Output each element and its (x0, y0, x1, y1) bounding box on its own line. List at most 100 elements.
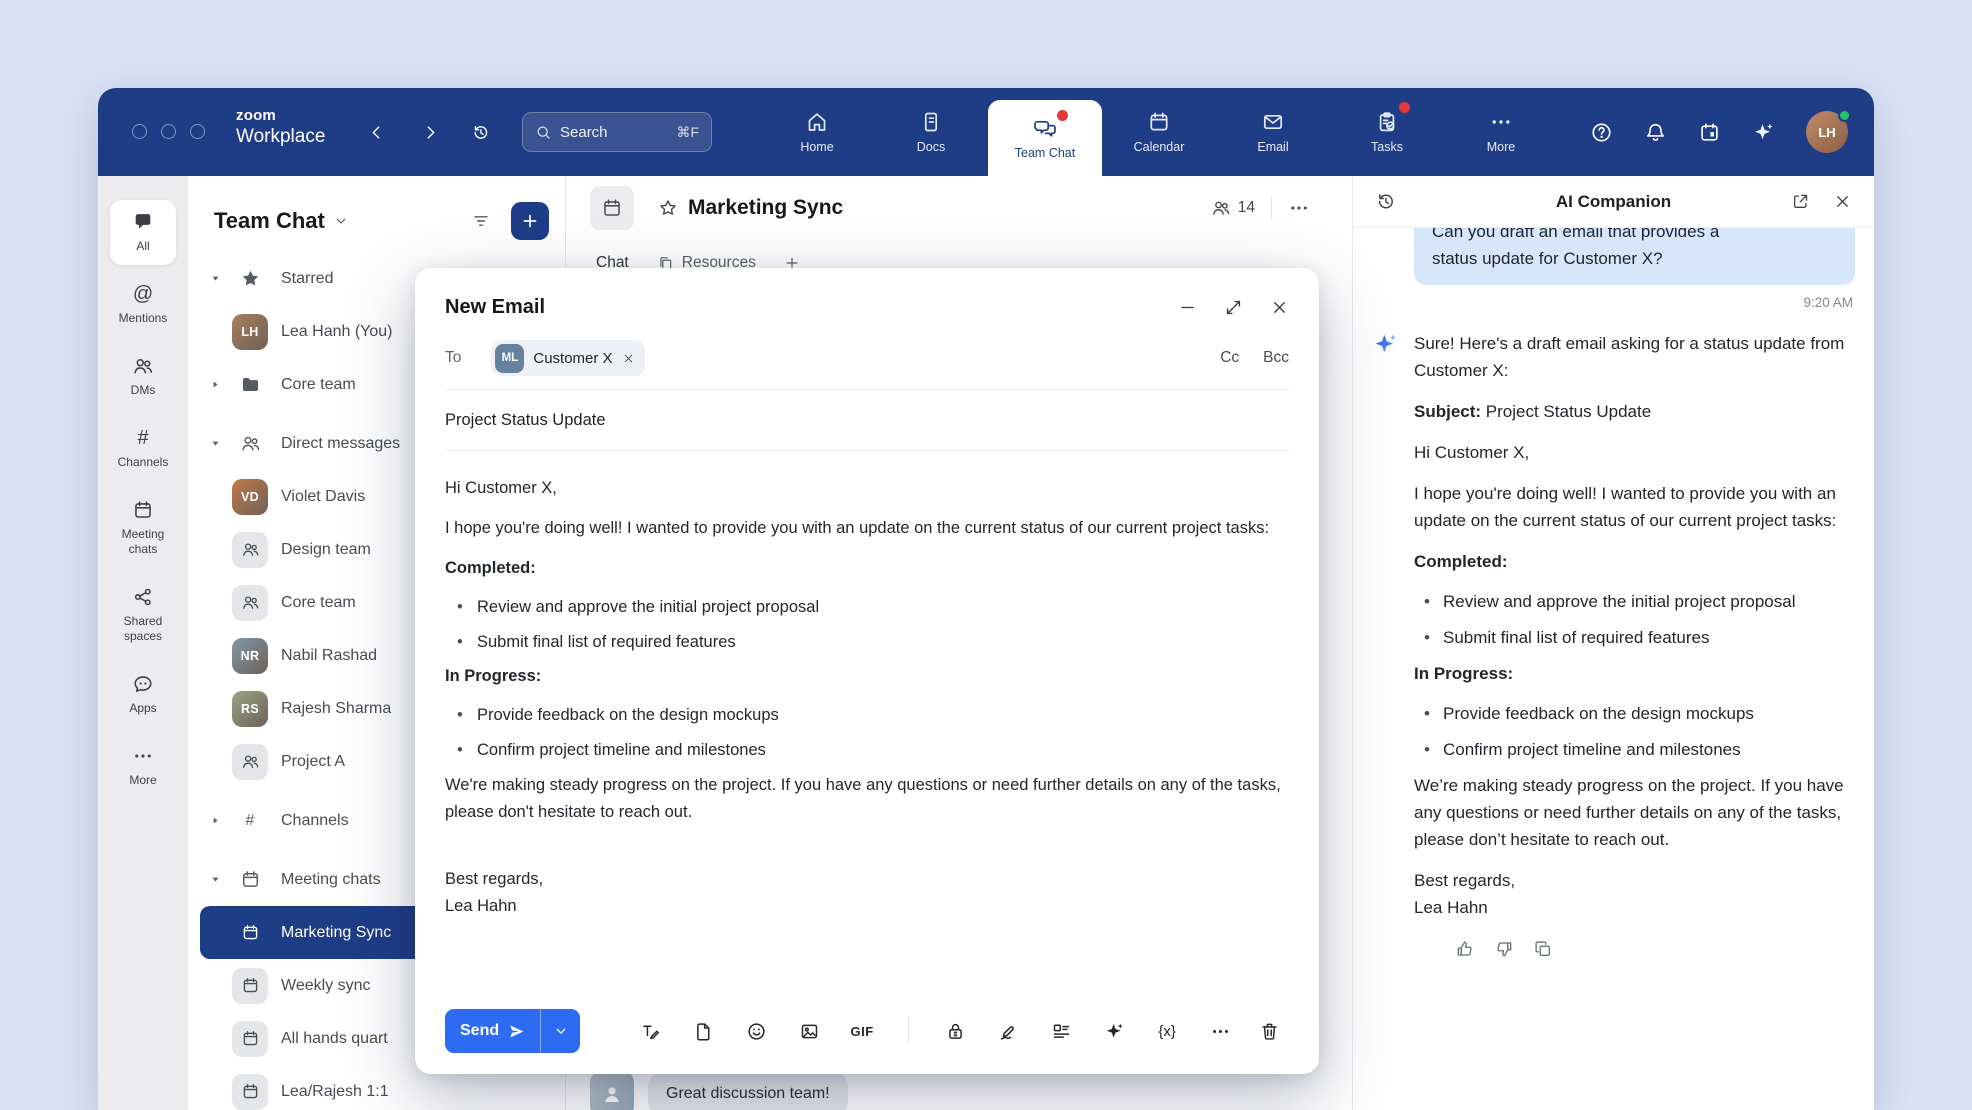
folder-icon (240, 374, 261, 395)
help-icon (1590, 121, 1613, 144)
star-channel-button[interactable] (658, 198, 678, 218)
tasks-icon (1375, 110, 1399, 134)
sidebar-item-meeting-chats[interactable]: Meeting chats (106, 488, 180, 568)
cc-button[interactable]: Cc (1220, 349, 1239, 367)
nav-tab-tasks[interactable]: Tasks (1330, 88, 1444, 176)
discard-draft-button[interactable] (1249, 1011, 1289, 1051)
nav-tab-more[interactable]: More (1444, 88, 1558, 176)
signature-pen-icon (998, 1021, 1019, 1042)
nav-tab-email[interactable]: Email (1216, 88, 1330, 176)
nav-tab-home[interactable]: Home (760, 88, 874, 176)
email-body-editor[interactable]: Hi Customer X,I hope you're doing well! … (445, 451, 1289, 920)
traffic-light-close[interactable] (132, 124, 147, 139)
nav-tab-docs[interactable]: Docs (874, 88, 988, 176)
search-input[interactable]: Search ⌘F (522, 112, 712, 152)
nav-tab-team-chat[interactable]: Team Chat (988, 100, 1102, 176)
bullet-item: •Review and approve the initial project … (457, 594, 1289, 621)
bullet-item: •Provide feedback on the design mockups (1424, 700, 1855, 727)
profile-avatar[interactable]: LH (1806, 111, 1848, 153)
ai-popout-button[interactable] (1791, 192, 1810, 211)
ai-companion-panel: AI Companion Can you draft an email that… (1352, 176, 1874, 1110)
chat-item-label: Rajesh Sharma (281, 700, 391, 718)
file-icon (693, 1021, 714, 1042)
attach-file-button[interactable] (683, 1011, 723, 1051)
chevron-right-icon (421, 123, 440, 142)
sidebar-item-more[interactable]: More (106, 734, 180, 799)
chat-item-label: All hands quart (281, 1030, 388, 1048)
thumbs-up-button[interactable] (1455, 939, 1475, 959)
text-format-button[interactable] (630, 1011, 670, 1051)
emoji-icon (746, 1021, 767, 1042)
caret-icon[interactable] (210, 438, 232, 449)
copy-response-button[interactable] (1533, 939, 1553, 959)
signature-button[interactable] (988, 1011, 1028, 1051)
forward-button[interactable] (414, 116, 446, 148)
minimize-button[interactable] (1178, 298, 1197, 317)
ai-sparkle-icon (1752, 121, 1775, 144)
spacer (445, 839, 1289, 866)
send-button[interactable]: Send (445, 1009, 540, 1053)
help-button[interactable] (1590, 121, 1613, 144)
caret-icon[interactable] (210, 874, 232, 885)
window-controls[interactable] (132, 124, 205, 139)
history-button[interactable] (464, 116, 496, 148)
sidebar-item-channels[interactable]: #Channels (106, 416, 180, 481)
sidebar-item-mentions[interactable]: @Mentions (106, 272, 180, 337)
at-icon: @ (133, 283, 153, 305)
ai-assist-button[interactable] (1094, 1011, 1134, 1051)
calendar-day-button[interactable] (1698, 121, 1721, 144)
text-format-icon (640, 1021, 661, 1042)
message-avatar[interactable] (590, 1072, 634, 1110)
template-button[interactable] (1041, 1011, 1081, 1051)
sidebar-item-shared-spaces[interactable]: Shared spaces (106, 575, 180, 655)
template-icon (1051, 1021, 1072, 1042)
remove-recipient-button[interactable] (622, 352, 635, 365)
nav-tab-calendar[interactable]: Calendar (1102, 88, 1216, 176)
close-modal-button[interactable] (1270, 298, 1289, 317)
new-chat-button[interactable] (511, 202, 549, 240)
caret-icon[interactable] (210, 273, 232, 284)
channel-title: Marketing Sync (688, 196, 843, 220)
send-options-button[interactable] (540, 1009, 580, 1053)
variables-button[interactable]: {x} (1147, 1011, 1187, 1051)
filter-button[interactable] (471, 211, 491, 231)
expand-icon (1224, 298, 1243, 317)
insert-image-button[interactable] (789, 1011, 829, 1051)
traffic-light-minimize[interactable] (161, 124, 176, 139)
toolbar-more-button[interactable] (1200, 1011, 1240, 1051)
ai-close-button[interactable] (1833, 192, 1852, 211)
caret-icon[interactable] (210, 379, 232, 390)
chevron-down-icon[interactable] (334, 214, 348, 228)
caret-icon[interactable] (210, 815, 232, 826)
sidebar-item-dms[interactable]: DMs (106, 344, 180, 409)
bcc-button[interactable]: Bcc (1263, 349, 1289, 367)
chatlist-title[interactable]: Team Chat (214, 208, 325, 234)
channel-more-button[interactable] (1288, 197, 1310, 219)
emoji-button[interactable] (736, 1011, 776, 1051)
bullet-text: Confirm project timeline and milestones (477, 737, 766, 764)
traffic-light-zoom[interactable] (190, 124, 205, 139)
back-button[interactable] (360, 116, 392, 148)
thumbs-down-button[interactable] (1494, 939, 1514, 959)
more-icon (1210, 1021, 1231, 1042)
sidebar-item-label: DMs (131, 383, 156, 398)
expand-button[interactable] (1224, 298, 1243, 317)
notifications-button[interactable] (1644, 121, 1667, 144)
members-button[interactable]: 14 (1211, 198, 1255, 218)
subject-field[interactable]: Project Status Update (445, 390, 1289, 450)
nav-tab-label: Tasks (1371, 140, 1403, 154)
sidebar-item-all[interactable]: All (110, 200, 176, 265)
avatar: NR (232, 638, 268, 674)
modal-title: New Email (445, 296, 545, 319)
sidebar-item-apps[interactable]: Apps (106, 662, 180, 727)
sidebar-item-label: Channels (118, 455, 169, 470)
chat-item-label: Core team (281, 594, 356, 612)
bullet-icon: • (1424, 624, 1443, 651)
recipient-chip[interactable]: ML Customer X (491, 340, 644, 376)
ai-companion-button[interactable] (1752, 121, 1775, 144)
gif-button[interactable]: GIF (842, 1011, 882, 1051)
bullet-text: Review and approve the initial project p… (477, 594, 819, 621)
encrypt-button[interactable] (935, 1011, 975, 1051)
divider (1271, 197, 1272, 219)
users-icon (240, 433, 261, 454)
